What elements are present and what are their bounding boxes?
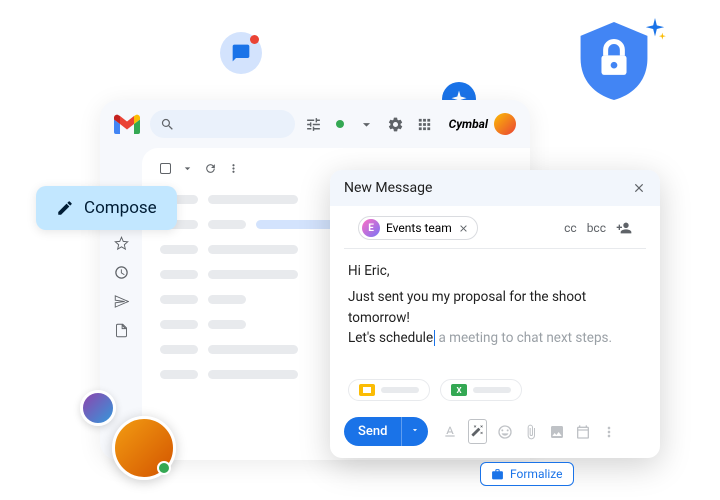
chat-icon (231, 43, 251, 63)
image-icon[interactable] (549, 424, 565, 440)
shield-lock-icon (580, 22, 648, 100)
new-message-titlebar: New Message (330, 170, 660, 206)
gmail-header: Cymbal (100, 100, 530, 148)
search-icon (160, 117, 175, 132)
status-indicator[interactable] (336, 120, 344, 128)
clock-icon[interactable] (114, 265, 129, 280)
send-button[interactable]: Send (344, 417, 428, 446)
avatar (80, 390, 116, 426)
gear-icon[interactable] (387, 116, 404, 133)
workspace-brand[interactable]: Cymbal (449, 113, 516, 135)
magic-write-button[interactable] (468, 419, 487, 444)
avatar (112, 416, 176, 480)
chat-bubble-deco (220, 32, 262, 74)
person-add-icon[interactable] (616, 220, 632, 236)
formalize-chip[interactable]: Formalize (480, 462, 574, 486)
chevron-down-icon[interactable] (358, 116, 375, 133)
file-icon[interactable] (114, 323, 129, 338)
attachments-row (330, 379, 660, 409)
select-all-checkbox[interactable] (160, 163, 171, 174)
cc-bcc-controls: cc bcc (564, 220, 632, 236)
sent-icon[interactable] (114, 294, 129, 309)
star-icon[interactable] (114, 236, 129, 251)
sheets-icon (451, 384, 467, 396)
bcc-link[interactable]: bcc (587, 221, 606, 235)
calendar-icon[interactable] (575, 424, 591, 440)
send-label: Send (344, 417, 401, 446)
presence-indicator (157, 461, 171, 475)
chevron-down-icon[interactable] (181, 162, 194, 175)
recipients-row[interactable]: E Events team cc bcc (344, 206, 646, 249)
formatting-toolbar (442, 419, 617, 444)
notification-dot-icon (250, 35, 259, 44)
cc-link[interactable]: cc (564, 221, 577, 235)
message-body[interactable]: Hi Eric, Just sent you my proposal for t… (330, 249, 660, 379)
apps-icon[interactable] (416, 116, 433, 133)
recipient-chip[interactable]: E Events team (358, 216, 478, 240)
send-options[interactable] (401, 417, 428, 446)
refresh-icon[interactable] (204, 162, 217, 175)
attach-icon[interactable] (523, 424, 539, 440)
compose-button[interactable]: Compose (36, 186, 177, 230)
new-message-window: New Message E Events team cc bcc Hi Eric… (330, 170, 660, 458)
tune-icon[interactable] (305, 116, 322, 133)
search-input[interactable] (150, 110, 295, 138)
new-message-title: New Message (344, 180, 432, 196)
more-vert-icon[interactable] (227, 162, 240, 175)
attachment-sheets[interactable] (440, 379, 522, 401)
attachment-slides[interactable] (348, 379, 430, 401)
close-icon[interactable] (632, 181, 646, 195)
sparkle-icon (644, 18, 666, 40)
recipient-name: Events team (386, 221, 452, 235)
compose-footer: Send (330, 409, 660, 458)
formalize-label: Formalize (510, 467, 563, 481)
body-line-1: Just sent you my proposal for the shoot … (348, 287, 642, 328)
more-vert-icon[interactable] (601, 424, 617, 440)
header-actions (305, 116, 433, 133)
magic-wand-icon (471, 424, 484, 437)
text-format-icon[interactable] (442, 424, 458, 440)
compose-label: Compose (84, 198, 157, 218)
recipient-avatar: E (362, 219, 380, 237)
slides-icon (359, 384, 375, 396)
avatar[interactable] (494, 113, 516, 135)
body-greeting: Hi Eric, (348, 261, 642, 281)
brand-name: Cymbal (449, 117, 488, 131)
emoji-icon[interactable] (497, 424, 513, 440)
body-line-2: Let's schedule a meeting to chat next st… (348, 328, 642, 348)
close-icon[interactable] (458, 223, 469, 234)
pencil-icon (56, 199, 74, 217)
briefcase-icon (491, 468, 504, 481)
gmail-logo-icon (114, 114, 140, 134)
chevron-down-icon (410, 425, 420, 435)
smart-compose-suggestion: a meeting to chat next steps. (435, 330, 612, 346)
